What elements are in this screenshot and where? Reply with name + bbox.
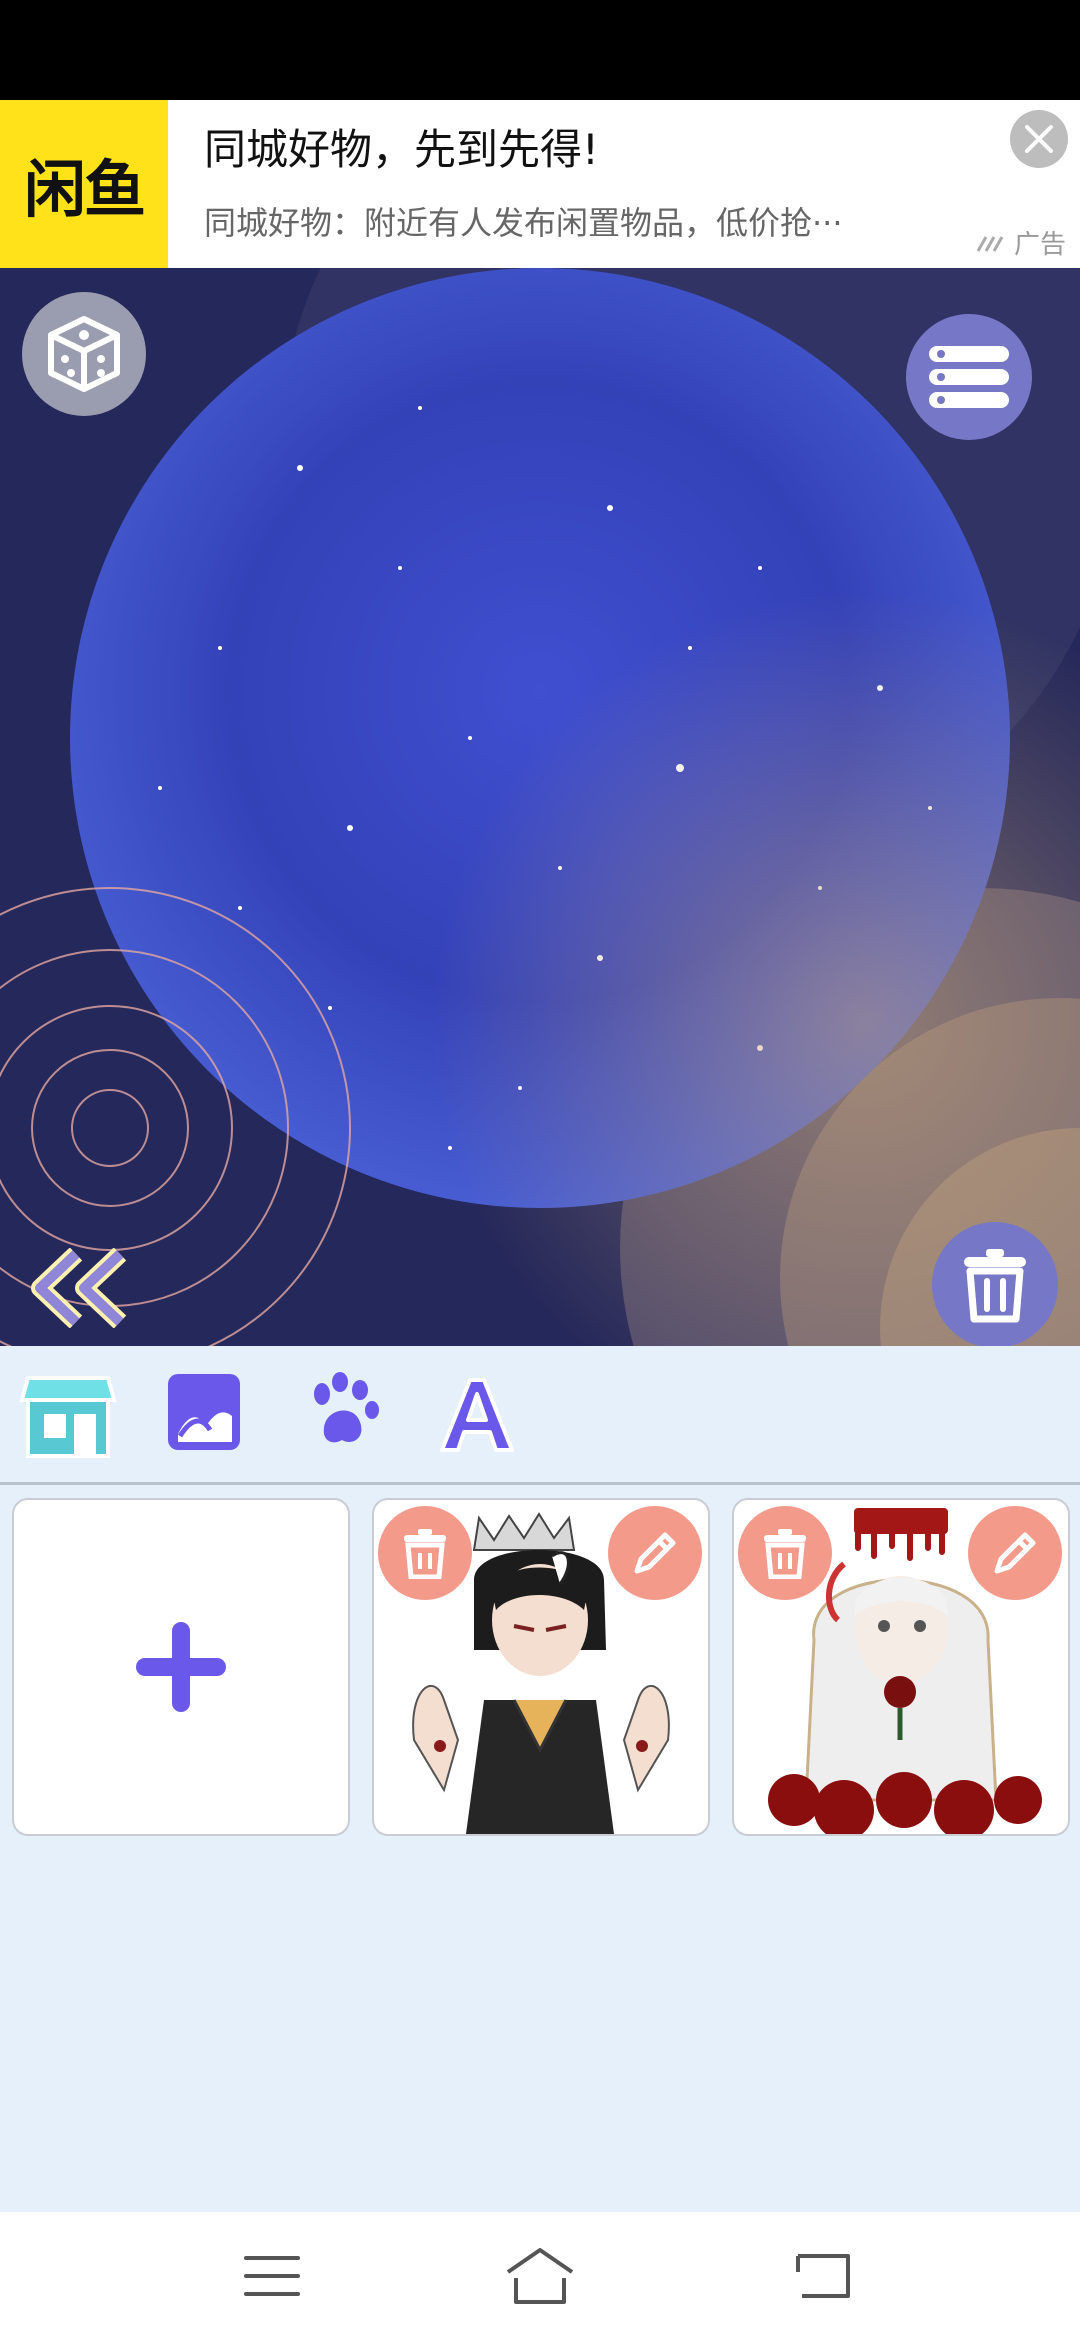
trash-icon[interactable] <box>738 1506 832 1600</box>
pencil-icon[interactable] <box>968 1506 1062 1600</box>
scene-background <box>0 268 1080 1346</box>
ad-subtitle: 同城好物：附近有人发布闲置物品，低价抢··· <box>204 204 843 242</box>
dice-icon[interactable] <box>22 292 146 416</box>
character-card-dark-boy[interactable] <box>372 1498 710 1836</box>
image-icon[interactable] <box>164 1370 254 1460</box>
text-icon[interactable] <box>432 1370 522 1460</box>
plus-icon <box>132 1618 230 1716</box>
character-card-white-hair-girl[interactable] <box>732 1498 1070 1836</box>
add-character-card[interactable]: + <box>12 1498 350 1836</box>
ad-logo-text: 闲鱼 <box>23 153 146 226</box>
ad-logo: 闲鱼 <box>0 100 168 268</box>
scene-stage[interactable] <box>0 268 1080 1346</box>
back-icon[interactable] <box>784 2242 864 2312</box>
ad-tag-label: 广告 <box>1014 230 1067 260</box>
list-icon[interactable] <box>906 314 1032 440</box>
menu-lines-icon[interactable] <box>232 2242 312 2312</box>
double-chevron-left-icon[interactable] <box>30 1247 140 1329</box>
home-icon[interactable] <box>500 2242 580 2312</box>
trash-icon[interactable] <box>932 1222 1058 1346</box>
status-bar <box>0 0 1080 100</box>
category-toolbar <box>0 1346 1080 1482</box>
toolbar-divider <box>0 1482 1080 1485</box>
ad-tag: 广告 <box>976 224 1066 261</box>
shop-icon[interactable] <box>18 1370 117 1460</box>
trash-icon[interactable] <box>378 1506 472 1600</box>
close-icon[interactable] <box>1010 110 1068 168</box>
ad-mark-icon <box>976 235 1004 252</box>
ad-title: 同城好物，先到先得! <box>204 125 599 174</box>
system-nav-bar <box>0 2212 1080 2340</box>
ad-banner[interactable]: 闲鱼 同城好物，先到先得! 同城好物：附近有人发布闲置物品，低价抢··· 广告 <box>0 100 1080 268</box>
pencil-icon[interactable] <box>608 1506 702 1600</box>
paw-icon[interactable] <box>302 1370 392 1460</box>
